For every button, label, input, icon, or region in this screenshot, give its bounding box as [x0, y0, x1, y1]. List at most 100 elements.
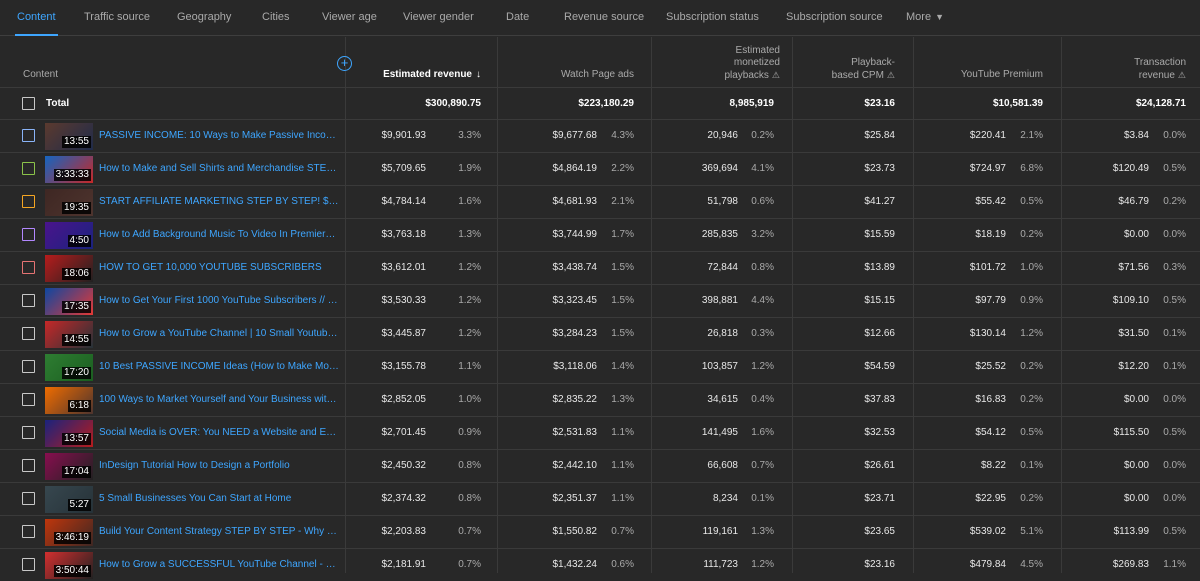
video-title-link[interactable]: How to Make and Sell Shirts and Merchand…: [99, 163, 339, 174]
monetized-playbacks-value: 34,615: [707, 394, 738, 405]
tab-subscription-source[interactable]: Subscription source: [786, 0, 883, 36]
tab-traffic-source[interactable]: Traffic source: [84, 0, 150, 36]
row-checkbox[interactable]: [22, 426, 35, 439]
table-row[interactable]: 18:06 HOW TO GET 10,000 YOUTUBE SUBSCRIBE…: [0, 251, 1200, 284]
video-title-link[interactable]: 100 Ways to Market Yourself and Your Bus…: [99, 394, 339, 405]
estimated-revenue-value: $9,901.93: [381, 130, 427, 141]
video-title-link[interactable]: How to Grow a SUCCESSFUL YouTube Channel…: [99, 559, 339, 570]
table-row[interactable]: 13:55 PASSIVE INCOME: 10 Ways to Make Pas…: [0, 119, 1200, 152]
tab-content[interactable]: Content: [15, 0, 58, 36]
playback-cpm-value: $23.71: [864, 493, 895, 504]
table-row[interactable]: 5:27 5 Small Businesses You Can Start at …: [0, 482, 1200, 515]
row-checkbox[interactable]: [22, 261, 35, 274]
video-thumbnail[interactable]: 13:55: [45, 123, 93, 150]
tab-date[interactable]: Date: [506, 0, 529, 36]
row-checkbox[interactable]: [22, 525, 35, 538]
column-header-playback-cpm[interactable]: Playback- based CPM ⚠: [832, 57, 895, 82]
add-column-icon[interactable]: +: [337, 56, 352, 71]
tab-viewer-gender[interactable]: Viewer gender: [403, 0, 474, 36]
warning-icon[interactable]: ⚠: [772, 69, 780, 81]
table-row[interactable]: 3:50:44 How to Grow a SUCCESSFUL YouTube …: [0, 548, 1200, 581]
youtube-premium-value: $54.12: [975, 427, 1006, 438]
column-header-content[interactable]: Content: [23, 69, 58, 81]
video-title-link[interactable]: How to Grow a YouTube Channel | 10 Small…: [99, 328, 339, 339]
table-row[interactable]: 17:35 How to Get Your First 1000 YouTube …: [0, 284, 1200, 317]
video-thumbnail[interactable]: 13:57: [45, 420, 93, 447]
video-title-link[interactable]: InDesign Tutorial How to Design a Portfo…: [99, 460, 339, 471]
table-row[interactable]: 14:55 How to Grow a YouTube Channel | 10 …: [0, 317, 1200, 350]
row-checkbox[interactable]: [22, 327, 35, 340]
transaction-revenue-percent: 0.2%: [1163, 196, 1186, 207]
video-duration: 17:20: [61, 367, 91, 379]
video-thumbnail[interactable]: 18:06: [45, 255, 93, 282]
table-row[interactable]: 6:18 100 Ways to Market Yourself and Your…: [0, 383, 1200, 416]
tab-geography[interactable]: Geography: [177, 0, 231, 36]
row-checkbox[interactable]: [22, 228, 35, 241]
row-checkbox[interactable]: [22, 195, 35, 208]
watch-page-ads-value: $1,432.24: [552, 559, 598, 570]
youtube-premium-percent: 4.5%: [1020, 559, 1043, 570]
table-row[interactable]: 13:57 Social Media is OVER: You NEED a We…: [0, 416, 1200, 449]
youtube-premium-value: $724.97: [969, 163, 1006, 174]
video-duration: 13:57: [61, 433, 91, 445]
row-checkbox[interactable]: [22, 393, 35, 406]
youtube-premium-percent: 0.2%: [1020, 394, 1043, 405]
playback-cpm-value: $15.59: [864, 229, 895, 240]
table-row[interactable]: 17:04 InDesign Tutorial How to Design a P…: [0, 449, 1200, 482]
table-row[interactable]: 4:50 How to Add Background Music To Video…: [0, 218, 1200, 251]
tab-more[interactable]: More ▼: [906, 0, 944, 36]
select-all-checkbox[interactable]: [22, 97, 35, 110]
row-checkbox[interactable]: [22, 129, 35, 142]
video-thumbnail[interactable]: 17:20: [45, 354, 93, 381]
monetized-playbacks-percent: 0.1%: [751, 493, 774, 504]
video-title-link[interactable]: Social Media is OVER: You NEED a Website…: [99, 427, 339, 438]
video-thumbnail[interactable]: 3:50:44: [45, 552, 93, 579]
video-thumbnail[interactable]: 19:35: [45, 189, 93, 216]
monetized-playbacks-percent: 0.8%: [751, 262, 774, 273]
row-checkbox[interactable]: [22, 360, 35, 373]
video-title-link[interactable]: 10 Best PASSIVE INCOME Ideas (How to Mak…: [99, 361, 339, 372]
tab-viewer-age[interactable]: Viewer age: [322, 0, 377, 36]
video-thumbnail[interactable]: 14:55: [45, 321, 93, 348]
video-thumbnail[interactable]: 5:27: [45, 486, 93, 513]
column-header-transaction-revenue[interactable]: Transaction revenue ⚠: [1134, 57, 1186, 82]
video-thumbnail[interactable]: 3:46:19: [45, 519, 93, 546]
table-row[interactable]: 17:20 10 Best PASSIVE INCOME Ideas (How t…: [0, 350, 1200, 383]
column-header-watch-page-ads[interactable]: Watch Page ads: [561, 69, 634, 81]
estimated-revenue-value: $2,181.91: [381, 559, 427, 570]
video-thumbnail[interactable]: 3:33:33: [45, 156, 93, 183]
column-header-youtube-premium[interactable]: YouTube Premium: [961, 69, 1043, 81]
row-checkbox[interactable]: [22, 492, 35, 505]
video-title-link[interactable]: Build Your Content Strategy STEP BY STEP…: [99, 526, 339, 537]
estimated-revenue-value: $3,612.01: [381, 262, 427, 273]
table-row[interactable]: 19:35 START AFFILIATE MARKETING STEP BY S…: [0, 185, 1200, 218]
video-thumbnail[interactable]: 4:50: [45, 222, 93, 249]
warning-icon[interactable]: ⚠: [887, 69, 895, 81]
row-checkbox[interactable]: [22, 162, 35, 175]
row-checkbox[interactable]: [22, 294, 35, 307]
column-header-monetized-playbacks[interactable]: Estimated monetized playbacks ⚠: [724, 45, 780, 82]
estimated-revenue-percent: 0.8%: [458, 493, 481, 504]
estimated-revenue-percent: 1.9%: [458, 163, 481, 174]
row-checkbox[interactable]: [22, 459, 35, 472]
video-title-link[interactable]: 5 Small Businesses You Can Start at Home: [99, 493, 339, 504]
video-title-link[interactable]: How to Get Your First 1000 YouTube Subsc…: [99, 295, 339, 306]
column-header-estimated-revenue[interactable]: Estimated revenue ↓: [383, 69, 481, 81]
video-title-link[interactable]: START AFFILIATE MARKETING STEP BY STEP! …: [99, 196, 339, 207]
video-title-link[interactable]: How to Add Background Music To Video In …: [99, 229, 339, 240]
video-title-link[interactable]: HOW TO GET 10,000 YOUTUBE SUBSCRIBERS: [99, 262, 339, 273]
monetized-playbacks-percent: 3.2%: [751, 229, 774, 240]
warning-icon[interactable]: ⚠: [1178, 69, 1186, 81]
video-thumbnail[interactable]: 17:04: [45, 453, 93, 480]
video-thumbnail[interactable]: 6:18: [45, 387, 93, 414]
video-thumbnail[interactable]: 17:35: [45, 288, 93, 315]
watch-page-ads-value: $4,681.93: [552, 196, 598, 207]
row-checkbox[interactable]: [22, 558, 35, 571]
table-row[interactable]: 3:33:33 How to Make and Sell Shirts and M…: [0, 152, 1200, 185]
video-title-link[interactable]: PASSIVE INCOME: 10 Ways to Make Passive …: [99, 130, 339, 141]
table-row[interactable]: 3:46:19 Build Your Content Strategy STEP …: [0, 515, 1200, 548]
tab-subscription-status[interactable]: Subscription status: [666, 0, 759, 36]
tab-cities[interactable]: Cities: [262, 0, 290, 36]
tab-revenue-source[interactable]: Revenue source: [564, 0, 644, 36]
transaction-revenue-value: $71.56: [1118, 262, 1149, 273]
